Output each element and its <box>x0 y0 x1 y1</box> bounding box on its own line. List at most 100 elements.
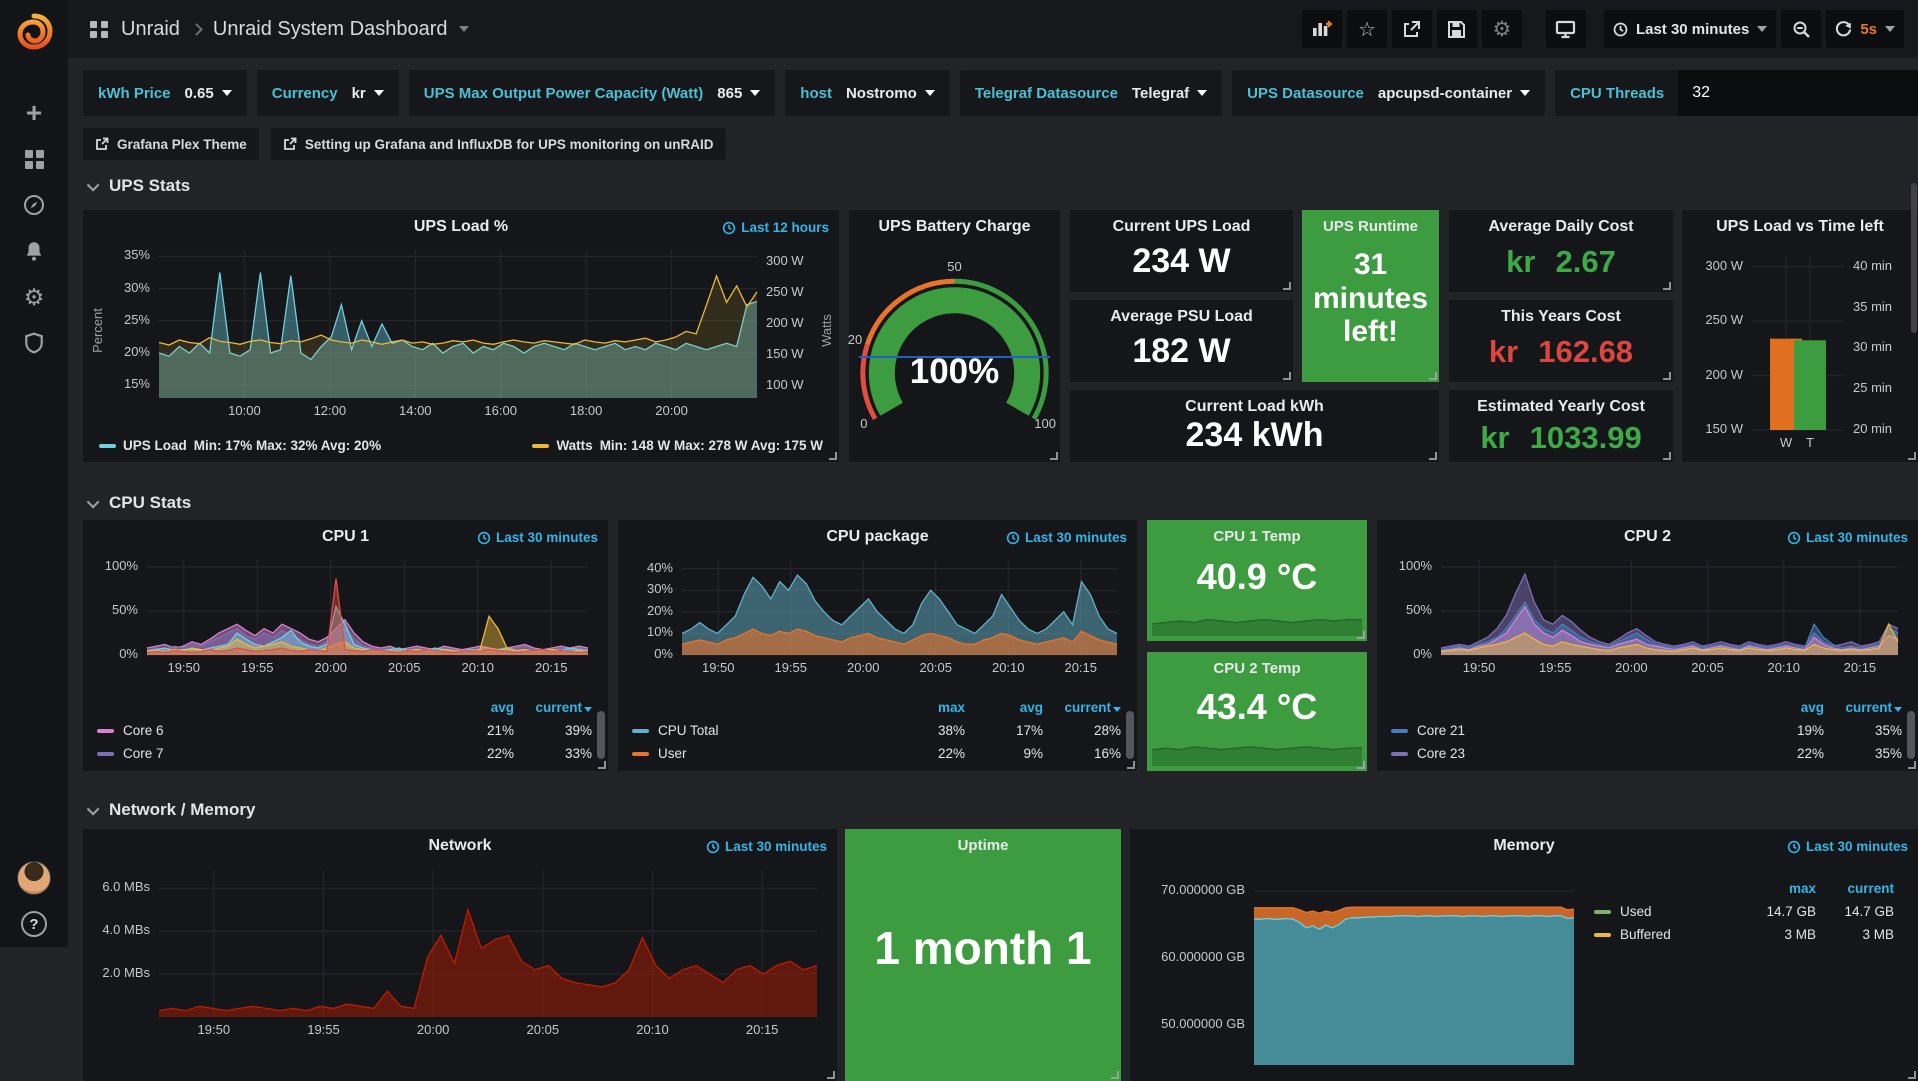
shield-icon[interactable] <box>0 320 68 366</box>
time-badge[interactable]: Last 30 minutes <box>706 839 827 854</box>
panel-cpu-package[interactable]: CPU package Last 30 minutes 0%10%20%30%4… <box>618 520 1137 771</box>
legend-item[interactable]: UPS Load Min: 17% Max: 32% Avg: 20% <box>99 438 381 453</box>
panel-cpu1[interactable]: CPU 1 Last 30 minutes 0%50%100%19:5019:5… <box>83 520 608 771</box>
template-variables: kWh Price 0.65 Currency kr UPS Max Outpu… <box>83 70 1918 116</box>
legend-item[interactable]: Watts Min: 148 W Max: 278 W Avg: 175 W <box>532 438 823 453</box>
legend-row[interactable]: Used 14.7 GB 14.7 GB <box>1594 900 1894 923</box>
link-ups-monitoring-guide[interactable]: Setting up Grafana and InfluxDB for UPS … <box>271 128 726 160</box>
page-scrollbar[interactable] <box>1911 183 1917 333</box>
panel-ups-battery-charge[interactable]: UPS Battery Charge 02050100 100% <box>849 210 1060 462</box>
configuration-gear-icon[interactable]: ⚙ <box>0 274 68 320</box>
legend-scrollbar[interactable] <box>1126 711 1134 759</box>
explore-compass-icon[interactable] <box>0 182 68 228</box>
stat-value: 31 minutes left! <box>1302 248 1439 349</box>
panel-uptime[interactable]: Uptime 1 month 1 <box>845 829 1121 1081</box>
time-range-picker[interactable]: Last 30 minutes <box>1604 10 1776 48</box>
grafana-logo[interactable] <box>0 0 68 62</box>
refresh-interval-picker[interactable]: 5s <box>1826 10 1904 48</box>
share-button[interactable] <box>1392 10 1432 48</box>
help-icon[interactable]: ? <box>21 911 47 937</box>
cpu-threads-input[interactable] <box>1678 70 1918 116</box>
var-currency[interactable]: Currency kr <box>257 70 399 116</box>
section-cpu-stats[interactable]: CPU Stats <box>90 493 191 513</box>
legend-row[interactable]: Buffered 3 MB 3 MB <box>1594 923 1894 946</box>
legend-scrollbar[interactable] <box>1907 711 1915 759</box>
network-chart: 2.0 MBs4.0 MBs6.0 MBs19:5019:5520:0020:0… <box>89 861 831 1041</box>
panel-average-daily-cost[interactable]: Average Daily Cost kr2.67 <box>1449 210 1673 292</box>
stat-value: kr162.68 <box>1449 334 1673 370</box>
cpu1-chart: 0%50%100%19:5019:5520:0020:0520:1020:15 <box>89 550 602 679</box>
legend-row[interactable]: User 22% 9% 16% <box>632 742 1121 765</box>
panel-average-psu-load[interactable]: Average PSU Load 182 W <box>1070 300 1293 382</box>
legend-scrollbar[interactable] <box>597 711 605 759</box>
caret-down-icon <box>374 90 384 96</box>
add-icon[interactable]: + <box>0 90 68 136</box>
caret-down-icon <box>925 90 935 96</box>
time-badge[interactable]: Last 30 minutes <box>1006 530 1127 545</box>
sidebar: + ⚙ ? <box>0 0 68 947</box>
clock-icon <box>1613 22 1628 37</box>
chevron-down-icon <box>87 495 100 508</box>
zoom-out-button[interactable] <box>1781 10 1821 48</box>
section-network-memory[interactable]: Network / Memory <box>90 800 255 820</box>
add-panel-button[interactable] <box>1302 10 1342 48</box>
panel-cpu1-temp[interactable]: CPU 1 Temp 40.9 °C <box>1147 520 1367 641</box>
dashboards-icon[interactable] <box>0 136 68 182</box>
cpu2-legend-table: avg current Core 21 19% 35% Core 23 22% … <box>1391 696 1902 765</box>
cycle-view-button[interactable] <box>1546 10 1586 48</box>
cpu1-temp-sparkline <box>1152 606 1362 636</box>
panel-estimated-yearly-cost[interactable]: Estimated Yearly Cost kr1033.99 <box>1449 390 1673 462</box>
var-ups-max-output[interactable]: UPS Max Output Power Capacity (Watt) 865 <box>409 70 776 116</box>
load-vs-time-bars: 300 W250 W200 W150 W40 min35 min30 min25… <box>1690 240 1910 454</box>
legend-row[interactable]: Core 6 21% 39% <box>97 719 592 742</box>
star-button[interactable]: ☆ <box>1347 10 1387 48</box>
battery-charge-value: 100% <box>849 352 1060 392</box>
chevron-down-icon <box>87 802 100 815</box>
var-ups-datasource[interactable]: UPS Datasource apcupsd-container <box>1232 70 1545 116</box>
cpu1-legend-table: avg current Core 6 21% 39% Core 7 22% 33… <box>97 696 592 765</box>
panel-memory[interactable]: Memory Last 30 minutes 50.000000 GB60.00… <box>1130 829 1918 1081</box>
var-kwh-price[interactable]: kWh Price 0.65 <box>83 70 247 116</box>
chevron-right-icon <box>190 23 203 36</box>
time-badge[interactable]: Last 12 hours <box>722 220 829 235</box>
caret-down-icon[interactable] <box>459 26 469 32</box>
panel-network[interactable]: Network Last 30 minutes 2.0 MBs4.0 MBs6.… <box>83 829 837 1081</box>
dashboard-grid-icon[interactable] <box>90 21 109 38</box>
chevron-down-icon <box>87 178 100 191</box>
caret-down-icon <box>1520 90 1530 96</box>
stat-value: 234 W <box>1070 242 1293 281</box>
var-telegraf-datasource[interactable]: Telegraf Datasource Telegraf <box>960 70 1222 116</box>
link-grafana-plex-theme[interactable]: Grafana Plex Theme <box>83 128 259 160</box>
panel-cpu2[interactable]: CPU 2 Last 30 minutes 0%50%100%19:5019:5… <box>1377 520 1918 771</box>
breadcrumb-app[interactable]: Unraid <box>121 18 180 41</box>
breadcrumb-title[interactable]: Unraid System Dashboard <box>213 18 448 41</box>
panel-this-years-cost[interactable]: This Years Cost kr162.68 <box>1449 300 1673 382</box>
stat-value: 182 W <box>1070 332 1293 371</box>
panel-cpu2-temp[interactable]: CPU 2 Temp 43.4 °C <box>1147 652 1367 771</box>
cpu2-chart: 0%50%100%19:5019:5520:0020:0520:1020:15 <box>1383 550 1912 679</box>
legend-row[interactable]: Core 21 19% 35% <box>1391 719 1902 742</box>
clock-icon <box>722 221 736 235</box>
section-ups-stats[interactable]: UPS Stats <box>90 176 190 196</box>
legend-row[interactable]: Core 7 22% 33% <box>97 742 592 765</box>
legend-row[interactable]: CPU Total 38% 17% 28% <box>632 719 1121 742</box>
external-link-icon <box>283 137 297 151</box>
time-badge[interactable]: Last 30 minutes <box>1787 839 1908 854</box>
panel-current-ups-load[interactable]: Current UPS Load 234 W <box>1070 210 1293 292</box>
stat-value: kr1033.99 <box>1449 420 1673 456</box>
alerting-bell-icon[interactable] <box>0 228 68 274</box>
clock-icon <box>477 531 491 545</box>
panel-ups-load-vs-time-left[interactable]: UPS Load vs Time left 300 W250 W200 W150… <box>1682 210 1918 462</box>
panel-ups-runtime[interactable]: UPS Runtime 31 minutes left! <box>1302 210 1439 382</box>
legend-row[interactable]: Core 23 22% 35% <box>1391 742 1902 765</box>
time-badge[interactable]: Last 30 minutes <box>1787 530 1908 545</box>
cpu2-temp-sparkline <box>1152 736 1362 766</box>
time-badge[interactable]: Last 30 minutes <box>477 530 598 545</box>
panel-ups-load[interactable]: UPS Load % Last 12 hours 15%20%25%30%35%… <box>83 210 839 462</box>
save-button[interactable] <box>1437 10 1477 48</box>
var-host[interactable]: host Nostromo <box>785 70 950 116</box>
user-avatar[interactable] <box>17 861 51 895</box>
dashboard-settings-button[interactable]: ⚙ <box>1482 10 1522 48</box>
panel-current-load-kwh[interactable]: Current Load kWh 234 kWh <box>1070 390 1439 462</box>
external-link-icon <box>95 137 109 151</box>
